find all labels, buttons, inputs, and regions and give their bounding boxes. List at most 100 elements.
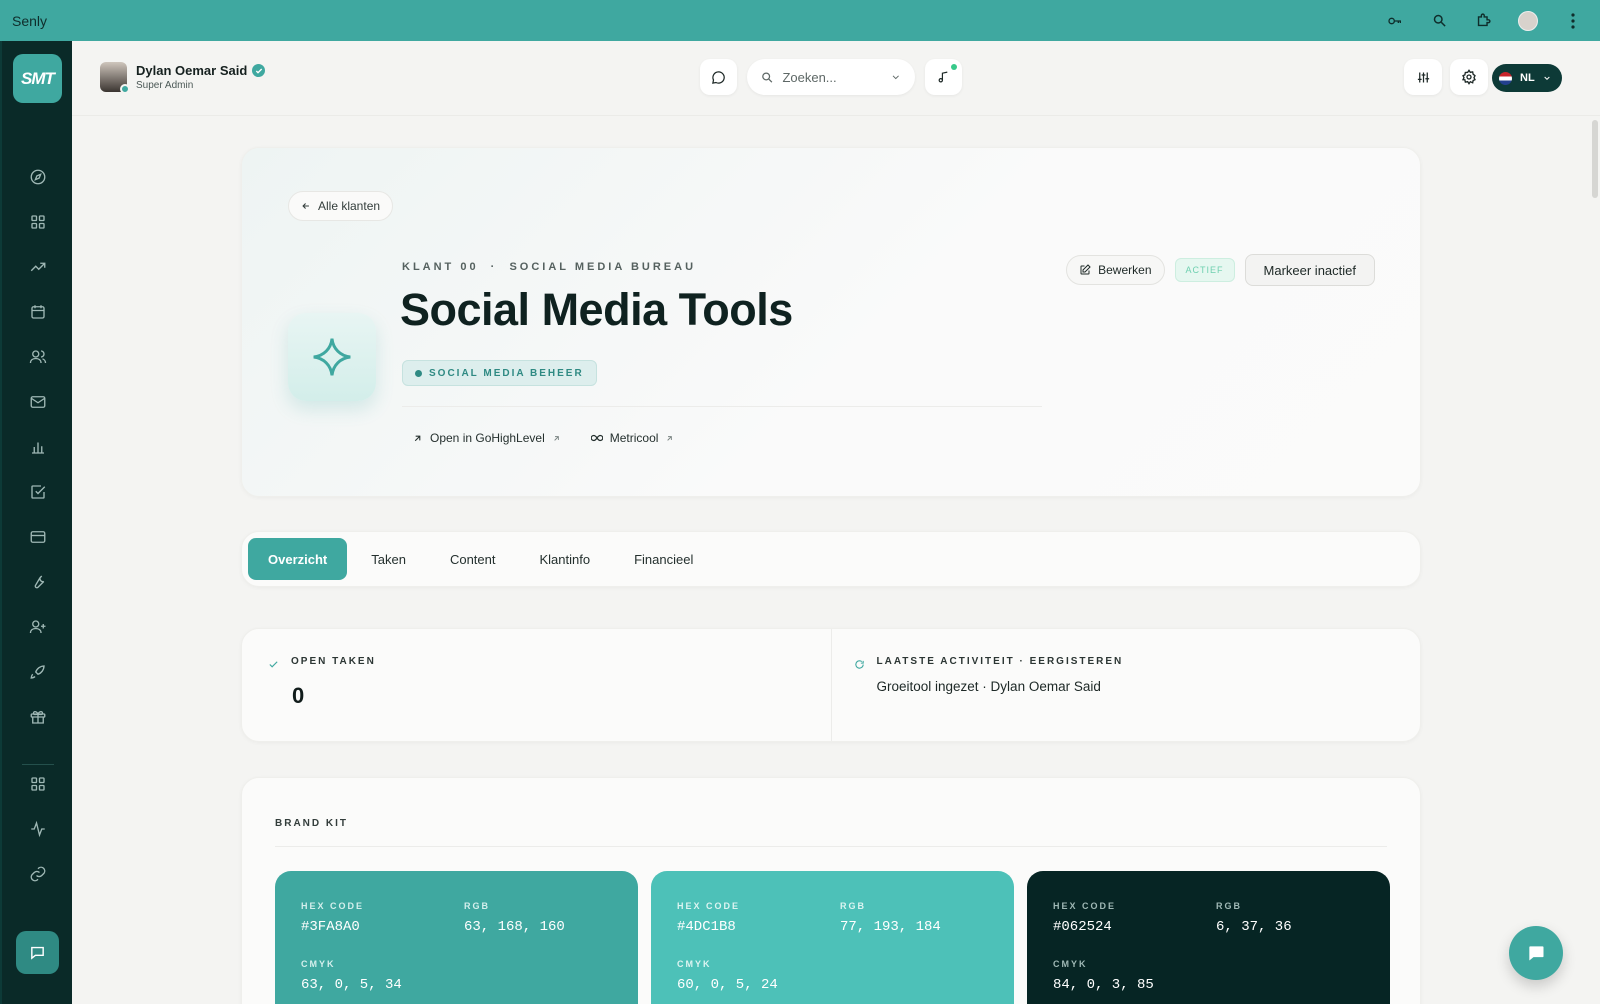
settings-button[interactable] (1450, 59, 1488, 95)
arrow-left-icon (302, 203, 309, 209)
mail-icon[interactable] (24, 388, 52, 416)
wrench-icon[interactable] (24, 568, 52, 596)
external-link-icon (554, 435, 559, 441)
more-menu-icon[interactable] (1564, 12, 1582, 30)
hex-label: HEX CODE (677, 901, 741, 911)
open-ghl-link[interactable]: Open in GoHighLevel (412, 431, 561, 445)
client-eyebrow: KLANT 00 · SOCIAL MEDIA BUREAU (402, 261, 697, 273)
color-swatch[interactable]: HEX CODE #4DC1B8 RGB 77, 193, 184 CMYK 6… (651, 871, 1014, 1004)
link-icon[interactable] (24, 860, 52, 888)
message-icon (31, 946, 44, 960)
back-to-clients-button[interactable]: Alle klanten (288, 191, 394, 221)
rgb-label: RGB (840, 901, 866, 911)
sparkle-icon (313, 338, 351, 376)
header-divider (72, 115, 1600, 116)
hex-value: #3FA8A0 (301, 919, 360, 935)
extensions-icon[interactable] (1474, 12, 1492, 30)
trend-icon[interactable] (24, 253, 52, 281)
status-badge: ACTIEF (1174, 258, 1235, 282)
flag-icon (1499, 71, 1512, 85)
card-icon[interactable] (24, 523, 52, 551)
infinity-icon (590, 434, 603, 442)
user-profile[interactable]: Dylan Oemar Said Super Admin (100, 62, 266, 94)
apps-icon[interactable] (24, 770, 52, 798)
browser-bar: Senly (0, 0, 1600, 41)
rgb-label: RGB (1216, 901, 1242, 911)
edit-button[interactable]: Bewerken (1066, 255, 1165, 285)
cmyk-value: 63, 0, 5, 34 (301, 977, 402, 993)
mark-inactive-button[interactable]: Markeer inactief (1244, 254, 1375, 286)
zoom-icon[interactable] (1430, 12, 1448, 30)
chevron-down-icon[interactable] (891, 72, 901, 82)
edit-icon (1080, 264, 1091, 275)
chat-icon (1529, 946, 1544, 961)
app-logo[interactable]: SMT (13, 54, 62, 103)
user-role: Super Admin (136, 80, 194, 91)
compass-icon[interactable] (24, 163, 52, 191)
tab-financieel[interactable]: Financieel (614, 538, 713, 580)
rgb-value: 6, 37, 36 (1216, 919, 1292, 935)
rgb-label: RGB (464, 901, 490, 911)
check-icon (269, 661, 278, 668)
tab-klantinfo[interactable]: Klantinfo (520, 538, 611, 580)
client-logo-tile (288, 313, 376, 401)
chat-bubble-icon (712, 70, 725, 84)
calendar-icon[interactable] (24, 298, 52, 326)
notification-dot (951, 64, 957, 70)
cmyk-value: 60, 0, 5, 24 (677, 977, 778, 993)
tab-content[interactable]: Content (430, 538, 516, 580)
scrollbar[interactable] (1592, 120, 1598, 198)
client-tabs: Overzicht Taken Content Klantinfo Financ… (241, 531, 1421, 587)
activity-icon[interactable] (24, 815, 52, 843)
bar-chart-icon[interactable] (24, 433, 52, 461)
color-swatch[interactable]: HEX CODE #062524 RGB 6, 37, 36 CMYK 84, … (1027, 871, 1390, 1004)
rocket-icon[interactable] (24, 658, 52, 686)
open-tasks-label: OPEN TAKEN (291, 656, 376, 667)
sliders-icon (1417, 72, 1429, 82)
hero-divider (402, 406, 1042, 407)
sidebar-chat-button[interactable] (16, 931, 59, 974)
sidebar: SMT (0, 41, 72, 1004)
edit-label: Bewerken (1098, 263, 1152, 277)
grid-icon[interactable] (24, 208, 52, 236)
sidebar-divider (22, 764, 54, 765)
users-icon[interactable] (24, 343, 52, 371)
messages-button[interactable] (700, 59, 737, 95)
open-tasks-stat: OPEN TAKEN 0 (242, 629, 831, 741)
cmyk-label: CMYK (301, 959, 336, 969)
tab-taken[interactable]: Taken (351, 538, 426, 580)
gear-icon (1461, 69, 1476, 85)
external-link-icon (667, 435, 673, 441)
search-input[interactable] (782, 69, 883, 85)
search-icon (762, 71, 773, 83)
client-title: Social Media Tools (400, 284, 793, 335)
tab-overzicht[interactable]: Overzicht (248, 538, 348, 580)
filters-button[interactable] (1404, 59, 1442, 95)
refresh-icon (854, 660, 864, 669)
music-button[interactable] (925, 59, 962, 95)
user-avatar (100, 62, 130, 94)
brand-kit-card: BRAND KIT HEX CODE #3FA8A0 RGB 63, 168, … (241, 777, 1421, 1004)
hex-value: #062524 (1053, 919, 1112, 935)
chevron-down-icon (1543, 76, 1550, 81)
service-tag: SOCIAL MEDIA BEHEER (402, 360, 597, 386)
profile-avatar[interactable] (1518, 10, 1538, 31)
cmyk-label: CMYK (677, 959, 712, 969)
color-swatch[interactable]: HEX CODE #3FA8A0 RGB 63, 168, 160 CMYK 6… (275, 871, 638, 1004)
hex-label: HEX CODE (1053, 901, 1117, 911)
music-note-icon (938, 71, 948, 83)
language-selector[interactable]: NL (1492, 64, 1562, 92)
activity-label: LAATSTE ACTIVITEIT · EERGISTEREN (876, 656, 1124, 667)
cmyk-value: 84, 0, 3, 85 (1053, 977, 1154, 993)
back-label: Alle klanten (318, 199, 381, 213)
user-plus-icon[interactable] (24, 613, 52, 641)
checkbox-icon[interactable] (24, 478, 52, 506)
gift-icon[interactable] (24, 703, 52, 731)
chat-fab-button[interactable] (1509, 926, 1563, 980)
search-box[interactable] (747, 59, 915, 95)
cmyk-label: CMYK (1053, 959, 1088, 969)
activity-text: Groeitool ingezet · Dylan Oemar Said (876, 679, 1101, 694)
key-icon[interactable] (1386, 12, 1404, 30)
metricool-link[interactable]: Metricool (590, 431, 675, 445)
brand-kit-divider (275, 846, 1387, 847)
